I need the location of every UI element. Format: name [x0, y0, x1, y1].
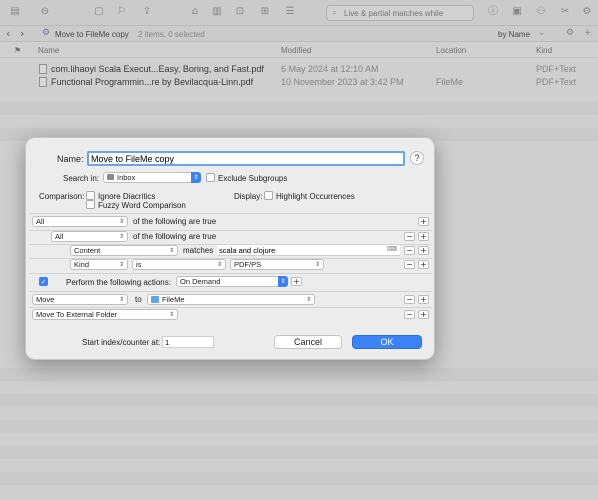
display-label: Display:	[234, 192, 263, 201]
rule1-quantifier: All	[36, 217, 45, 226]
divider	[30, 307, 432, 308]
rule4-operator: is	[136, 260, 142, 269]
perform-when-popup[interactable]: On Demand ⇕	[176, 276, 288, 287]
exclude-subgroups-label: Exclude Subgroups	[218, 174, 288, 183]
exclude-subgroups-checkbox[interactable]	[206, 173, 215, 182]
comparison-label: Comparison:	[39, 192, 85, 201]
chevron-updown-icon: ⇕	[118, 218, 124, 225]
remove-rule-button[interactable]: −	[404, 246, 415, 255]
ignore-diacritics-label: Ignore Diacritics	[98, 192, 156, 201]
help-button[interactable]: ?	[410, 151, 424, 165]
ok-button[interactable]: OK	[352, 335, 422, 349]
name-label: Name:	[57, 154, 84, 164]
remove-rule-button[interactable]: −	[404, 232, 415, 241]
start-index-label: Start index/counter at:	[82, 338, 161, 347]
chevron-updown-icon: ⇕	[168, 311, 174, 318]
chevron-updown-icon: ⇕	[168, 247, 174, 254]
add-rule-button[interactable]: +	[418, 260, 429, 269]
chevron-updown-icon: ⇕	[118, 296, 124, 303]
inbox-icon	[107, 174, 114, 180]
action1-target: FileMe	[162, 295, 185, 304]
action2-value: Move To External Folder	[36, 310, 118, 319]
rule4-value-popup[interactable]: PDF/PS ⇕	[230, 259, 324, 270]
rule3-field-popup[interactable]: Content ⇕	[70, 245, 178, 256]
perform-actions-checkbox[interactable]: ✓	[39, 277, 48, 286]
add-action-button[interactable]: +	[418, 295, 429, 304]
action1-value: Move	[36, 295, 55, 304]
keyboard-icon[interactable]: ⌨	[387, 245, 397, 253]
rule4-operator-popup[interactable]: is ⇕	[132, 259, 226, 270]
search-in-popup[interactable]: Inbox ⇕	[103, 172, 201, 183]
chevron-updown-icon: ⇕	[216, 261, 222, 268]
remove-rule-button[interactable]: −	[404, 260, 415, 269]
fuzzy-word-label: Fuzzy Word Comparison	[98, 201, 186, 210]
rule1-text: of the following are true	[133, 217, 217, 226]
rule4-field: Kind	[74, 260, 90, 269]
divider	[30, 213, 432, 214]
chevron-updown-icon: ⇕	[278, 276, 288, 287]
action2-popup[interactable]: Move To External Folder ⇕	[32, 309, 178, 320]
folder-icon	[151, 296, 159, 303]
remove-action-button[interactable]: −	[404, 295, 415, 304]
remove-action-button[interactable]: −	[404, 310, 415, 319]
fuzzy-word-checkbox[interactable]	[86, 200, 95, 209]
rule1-quantifier-popup[interactable]: All ⇕	[32, 216, 128, 227]
rule2-quantifier-popup[interactable]: All ⇕	[51, 231, 128, 242]
divider	[30, 291, 432, 292]
rule4-field-popup[interactable]: Kind ⇕	[70, 259, 128, 270]
rule2-text: of the following are true	[133, 232, 217, 241]
add-rule-button[interactable]: +	[418, 232, 429, 241]
start-index-field[interactable]	[162, 336, 214, 348]
chevron-updown-icon: ⇕	[305, 296, 311, 303]
cancel-button[interactable]: Cancel	[274, 335, 342, 349]
perform-when-value: On Demand	[180, 277, 221, 286]
name-field[interactable]	[87, 151, 405, 166]
add-action-button[interactable]: +	[291, 277, 302, 286]
action1-to-label: to	[135, 295, 142, 304]
chevron-updown-icon: ⇕	[118, 261, 124, 268]
divider	[30, 273, 432, 274]
smart-rule-dialog: Name: ? Search in: Inbox ⇕ Exclude Subgr…	[25, 137, 435, 360]
add-rule-button[interactable]: +	[418, 217, 429, 226]
action1-target-popup[interactable]: FileMe ⇕	[147, 294, 315, 305]
ignore-diacritics-checkbox[interactable]	[86, 191, 95, 200]
highlight-occurrences-label: Highlight Occurrences	[276, 192, 355, 201]
add-rule-button[interactable]: +	[418, 246, 429, 255]
rule4-value: PDF/PS	[234, 260, 262, 269]
chevron-updown-icon: ⇕	[314, 261, 320, 268]
rule3-value-field[interactable]	[217, 245, 400, 256]
rule3-operator: matches	[183, 246, 214, 255]
chevron-updown-icon: ⇕	[118, 233, 124, 240]
rule2-quantifier: All	[55, 232, 64, 241]
search-in-value: Inbox	[117, 173, 136, 182]
chevron-updown-icon: ⇕	[191, 172, 201, 183]
action1-popup[interactable]: Move ⇕	[32, 294, 128, 305]
perform-actions-label: Perform the following actions:	[66, 278, 171, 287]
add-action-button[interactable]: +	[418, 310, 429, 319]
highlight-occurrences-checkbox[interactable]	[264, 191, 273, 200]
search-in-label: Search in:	[63, 174, 100, 183]
rule3-field: Content	[74, 246, 101, 255]
